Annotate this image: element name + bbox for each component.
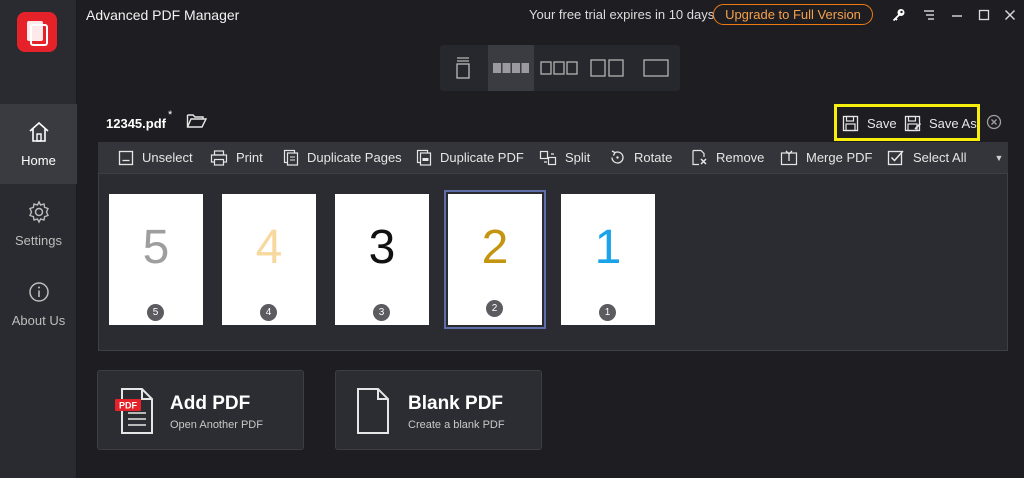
app-logo [17,12,57,52]
sidebar-item-settings[interactable]: Settings [0,184,77,264]
save-label: Save [867,115,897,131]
rotate-button[interactable]: Rotate [609,142,672,173]
open-folder-icon[interactable] [186,111,208,134]
file-name: 12345.pdf [106,116,166,131]
remove-label: Remove [716,150,765,165]
page-number-large: 4 [255,221,283,274]
unselect-icon [118,150,142,166]
unselect-label: Unselect [142,150,193,165]
add-pdf-subtitle: Open Another PDF [170,419,263,431]
gear-icon [27,200,51,233]
merge-pdf-label: Merge PDF [806,150,873,165]
close-icon[interactable] [1001,6,1019,24]
print-label: Print [236,150,263,165]
sidebar-item-label: Home [21,153,56,168]
pdf-badge-text: PDF [119,401,138,411]
pdf-file-icon: PDF [114,387,156,440]
duplicate-pdf-icon [416,149,440,166]
sidebar-item-label: About Us [11,313,66,328]
menu-icon[interactable] [920,6,938,24]
home-icon [27,120,51,153]
minimize-icon[interactable] [948,6,966,24]
sidebar: Home Settings About Us [0,0,77,478]
rotate-icon [609,149,634,166]
duplicate-pdf-label: Duplicate PDF [440,150,524,165]
add-pdf-title: Add PDF [170,393,251,414]
remove-page-icon [691,149,716,166]
page-thumbnail-selected[interactable]: 2 2 [444,190,546,329]
page-toolbar: Unselect Print Duplicate Pages Duplicate… [98,142,1008,173]
sidebar-item-label: Settings [15,233,62,248]
duplicate-pages-icon [283,149,307,166]
single-page-view-icon[interactable] [440,45,486,91]
save-as-button[interactable]: Save As [904,113,977,133]
blank-file-icon [352,387,394,440]
page-badge: 3 [373,304,390,321]
page-number-large: 2 [481,221,509,274]
two-column-view-icon[interactable] [584,45,630,91]
sidebar-item-home[interactable]: Home [0,104,77,184]
split-label: Split [565,150,591,165]
app-title: Advanced PDF Manager [86,7,240,23]
printer-icon [210,149,236,166]
three-column-view-icon[interactable] [536,45,582,91]
duplicate-pages-button[interactable]: Duplicate Pages [283,142,402,173]
split-button[interactable]: Split [539,142,590,173]
save-as-icon [904,115,922,132]
page-thumbnail[interactable]: 1 1 [561,194,655,325]
sidebar-item-about[interactable]: About Us [0,264,77,344]
select-all-button[interactable]: Select All [887,142,966,173]
page-badge: 5 [147,304,164,321]
save-as-label: Save As [929,115,977,131]
key-icon[interactable] [890,6,908,24]
add-pdf-card[interactable]: PDF Add PDF Open Another PDF [97,370,304,450]
page-number-large: 5 [142,221,170,274]
page-badge: 1 [599,304,616,321]
save-icon [842,115,859,132]
select-all-label: Select All [913,150,967,165]
merge-pdf-button[interactable]: Merge PDF [780,142,872,173]
page-thumbnails: 5 5 4 4 3 3 2 2 1 1 [98,173,1008,351]
print-button[interactable]: Print [210,142,263,173]
blank-pdf-subtitle: Create a blank PDF [408,419,505,431]
page-thumbnail[interactable]: 4 4 [222,194,316,325]
page-number-large: 3 [368,221,396,274]
close-file-icon[interactable] [986,114,1002,135]
blank-pdf-card[interactable]: Blank PDF Create a blank PDF [335,370,542,450]
rotate-label: Rotate [634,150,673,165]
save-group: Save Save As [834,104,980,141]
unsaved-marker: * [168,109,173,121]
page-number-large: 1 [594,221,622,274]
maximize-icon[interactable] [975,6,993,24]
page-thumbnail[interactable]: 3 3 [335,194,429,325]
remove-button[interactable]: Remove [691,142,764,173]
view-mode-switcher [440,45,680,91]
page-badge: 4 [260,304,277,321]
trial-notice: Your free trial expires in 10 days [529,7,715,22]
toolbar-overflow-chevron-icon[interactable]: ▼ [990,142,1008,173]
info-icon [27,280,51,313]
duplicate-pages-label: Duplicate Pages [307,150,402,165]
four-column-view-icon[interactable] [488,45,534,91]
unselect-button[interactable]: Unselect [118,142,193,173]
page-thumbnail[interactable]: 5 5 [109,194,203,325]
checkbox-icon [887,149,913,166]
split-icon [539,150,565,166]
upgrade-button[interactable]: Upgrade to Full Version [713,4,873,25]
blank-pdf-title: Blank PDF [408,393,504,414]
duplicate-pdf-button[interactable]: Duplicate PDF [416,142,524,173]
page-badge: 2 [486,300,503,317]
single-column-view-icon[interactable] [633,45,679,91]
save-button[interactable]: Save [842,113,897,133]
merge-icon [780,150,806,166]
